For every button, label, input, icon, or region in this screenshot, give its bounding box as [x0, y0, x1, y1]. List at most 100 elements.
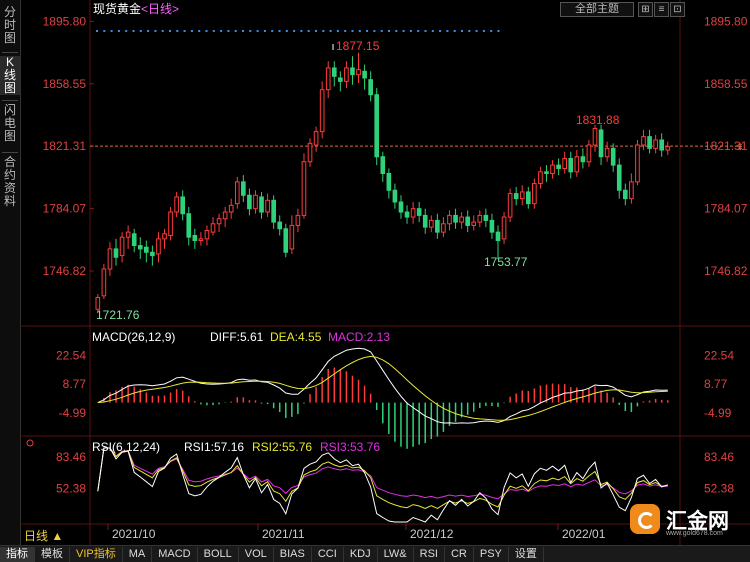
signal-dot	[263, 30, 266, 32]
sidebar-tab-3[interactable]: 合约资料	[0, 156, 20, 208]
signal-dot	[388, 30, 390, 32]
signal-dot	[234, 30, 237, 32]
layout-list-icon[interactable]: ≡	[654, 2, 669, 17]
indicator-tab-8[interactable]: CCI	[312, 546, 344, 562]
indicator-tab-3[interactable]: MA	[123, 546, 153, 562]
candle-body	[313, 131, 319, 146]
candle-body	[162, 233, 167, 240]
sidebar-tab-2[interactable]: 闪电图	[0, 104, 20, 143]
candle-body	[144, 246, 149, 253]
candle-body	[604, 147, 610, 158]
signal-dot	[461, 30, 463, 32]
layout-window-icon[interactable]: ⊡	[670, 2, 685, 17]
indicator-tab-10[interactable]: LW&	[378, 546, 414, 562]
indicator-tab-7[interactable]: BIAS	[274, 546, 312, 562]
indicator-tab-12[interactable]: CR	[445, 546, 474, 562]
indicator-tab-9[interactable]: KDJ	[344, 546, 378, 562]
macd-y-label-left: 8.77	[63, 377, 87, 391]
candle-body	[495, 231, 501, 242]
candle-body	[265, 199, 270, 213]
sidebar-tab-0[interactable]: 分时图	[0, 6, 20, 45]
candle-body	[228, 204, 234, 213]
layout-grid-icon[interactable]: ⊞	[638, 2, 653, 17]
signal-dot	[409, 30, 412, 32]
candle-body	[422, 214, 428, 228]
rsi-rsi1-label: RSI1:57.16	[184, 440, 244, 454]
signal-dot	[242, 30, 244, 32]
main-y-label-right: 1895.80	[704, 14, 748, 28]
indicator-tab-4[interactable]: MACD	[152, 546, 198, 562]
signal-dot	[475, 30, 478, 32]
signal-dot	[497, 30, 500, 32]
candle-body	[501, 216, 507, 240]
indicator-tab-6[interactable]: VOL	[239, 546, 274, 562]
candle-body	[392, 189, 398, 203]
annotation-high: 1877.15	[336, 39, 380, 53]
signal-dot	[490, 30, 493, 32]
rsi-y-label-left: 83.46	[56, 450, 86, 464]
candle-body	[331, 67, 337, 77]
candle-body	[483, 214, 489, 221]
theme-select[interactable]: 全部主题	[560, 2, 634, 17]
candle-body	[616, 164, 622, 191]
indicator-tab-5[interactable]: BOLL	[198, 546, 239, 562]
candle-body	[319, 89, 325, 133]
macd-y-label-right: 22.54	[704, 348, 734, 362]
candle-body	[598, 129, 604, 158]
macd-diff-label: DIFF:5.61	[210, 330, 264, 344]
signal-dot	[227, 30, 230, 32]
signal-dot	[293, 30, 296, 32]
candle-body	[259, 196, 264, 213]
indicator-tab-13[interactable]: PSY	[474, 546, 509, 562]
indicator-tab-2[interactable]: VIP指标	[70, 546, 123, 562]
candle-body	[362, 70, 367, 79]
candle-body	[410, 208, 416, 218]
candle-body	[325, 67, 331, 91]
signal-dot	[176, 30, 179, 32]
macd-macd-label: MACD:2.13	[328, 330, 390, 344]
indicator-tab-1[interactable]: 模板	[35, 546, 70, 562]
period-button[interactable]: 日线 ▲	[24, 527, 84, 543]
indicator-tab-bar: 指标 模板 VIP指标 MA MACD BOLL VOL BIAS CCI KDJ LW& RSI CR…	[0, 545, 750, 562]
candle-body	[635, 144, 640, 183]
signal-dot	[344, 30, 347, 32]
annotation-low: 1721.76	[96, 308, 140, 322]
candle-body	[416, 208, 422, 216]
candle-body	[131, 233, 137, 247]
candle-body	[629, 181, 634, 200]
signal-dot	[169, 30, 171, 32]
candle-body	[338, 77, 343, 82]
main-y-label-right: 1746.82	[704, 264, 748, 278]
candle-body	[216, 218, 222, 225]
indicator-tab-14[interactable]: 设置	[509, 546, 544, 562]
candle-body	[665, 146, 671, 151]
indicator-tab-11[interactable]: RSI	[414, 546, 445, 562]
current-price-marker: ⇟	[736, 142, 744, 153]
candle-body	[647, 136, 652, 149]
rsi-settings-icon	[26, 439, 34, 447]
indicator-tab-0[interactable]: 指标	[0, 546, 35, 562]
candle-body	[610, 147, 616, 166]
candle-body	[119, 236, 125, 257]
signal-dot	[132, 30, 135, 32]
candle-body	[428, 219, 434, 228]
signal-dot	[417, 30, 420, 32]
candle-body	[477, 214, 483, 223]
rsi-rsi2-label: RSI2:55.76	[252, 440, 312, 454]
x-axis-label: 2021/12	[410, 527, 454, 541]
rsi-y-label-right: 52.38	[704, 482, 734, 496]
candle-body	[113, 248, 119, 258]
candle-body	[386, 172, 392, 191]
candle-body	[241, 181, 246, 196]
signal-dot	[249, 30, 252, 32]
candle-body	[137, 245, 143, 250]
signal-dot	[395, 30, 398, 32]
candle-body	[556, 164, 561, 169]
candle-body	[101, 268, 107, 297]
candlestick-chart[interactable]: 1895.80 1895.801858.55 1858.551821.31 1821.…	[20, 0, 750, 545]
signal-dot	[439, 30, 442, 32]
sidebar-tab-1[interactable]: K线图	[0, 56, 20, 95]
signal-dot	[154, 30, 157, 32]
signal-dot	[103, 30, 106, 32]
candle-body	[125, 231, 131, 238]
